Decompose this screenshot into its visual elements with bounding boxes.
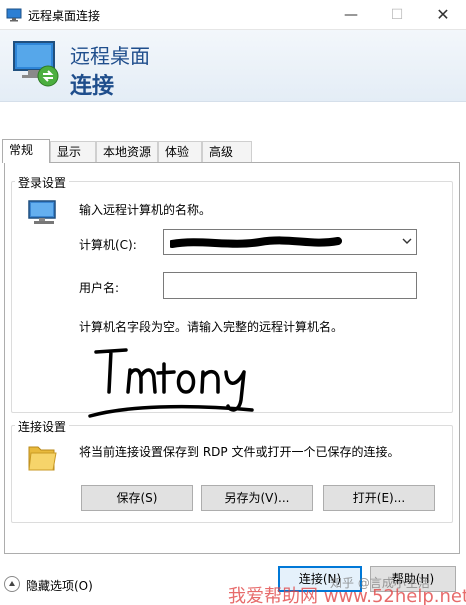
login-instruction: 输入远程计算机的名称。: [79, 203, 212, 217]
empty-name-hint: 计算机名字段为空。请输入完整的远程计算机名。: [79, 320, 344, 334]
username-label: 用户名:: [79, 281, 120, 295]
tab-advanced[interactable]: 高级: [202, 141, 252, 162]
chevron-up-icon[interactable]: [4, 576, 20, 592]
close-button[interactable]: ✕: [420, 0, 466, 30]
tab-display[interactable]: 显示: [50, 141, 96, 162]
username-input[interactable]: [163, 272, 417, 299]
window-title: 远程桌面连接: [28, 9, 101, 23]
header-banner: 远程桌面 连接: [0, 30, 466, 102]
computer-label: 计算机(C):: [79, 238, 137, 252]
computer-combobox[interactable]: [163, 229, 417, 255]
connection-description: 将当前连接设置保存到 RDP 文件或打开一个已保存的连接。: [79, 445, 400, 459]
hide-options-label: 隐藏选项(O): [26, 579, 93, 593]
redaction-scribble: [170, 236, 342, 248]
remote-desktop-monitor-icon: [13, 41, 59, 87]
folder-icon: [28, 446, 57, 471]
chevron-down-icon[interactable]: [402, 236, 412, 246]
save-as-button[interactable]: 另存为(V)...: [201, 485, 313, 511]
minimize-button[interactable]: —: [328, 0, 374, 30]
computer-icon: [28, 200, 56, 224]
tab-local-resources[interactable]: 本地资源: [96, 141, 158, 162]
open-button[interactable]: 打开(E)...: [323, 485, 435, 511]
site-watermark: 我爱帮助网 www.52help.net: [228, 586, 466, 605]
handwritten-annotation-drawing: [88, 348, 254, 418]
tab-general[interactable]: 常规: [2, 139, 50, 163]
banner-title-line1: 远程桌面: [70, 44, 150, 68]
banner-title-line2: 连接: [70, 74, 115, 99]
connection-settings-title: 连接设置: [15, 418, 70, 435]
remote-desktop-app-icon: [6, 8, 22, 22]
tab-experience[interactable]: 体验: [158, 141, 202, 162]
title-bar: 远程桌面连接 — ☐ ✕: [0, 0, 466, 30]
maximize-button[interactable]: ☐: [374, 0, 420, 30]
login-settings-title: 登录设置: [15, 174, 70, 191]
save-button[interactable]: 保存(S): [81, 485, 193, 511]
